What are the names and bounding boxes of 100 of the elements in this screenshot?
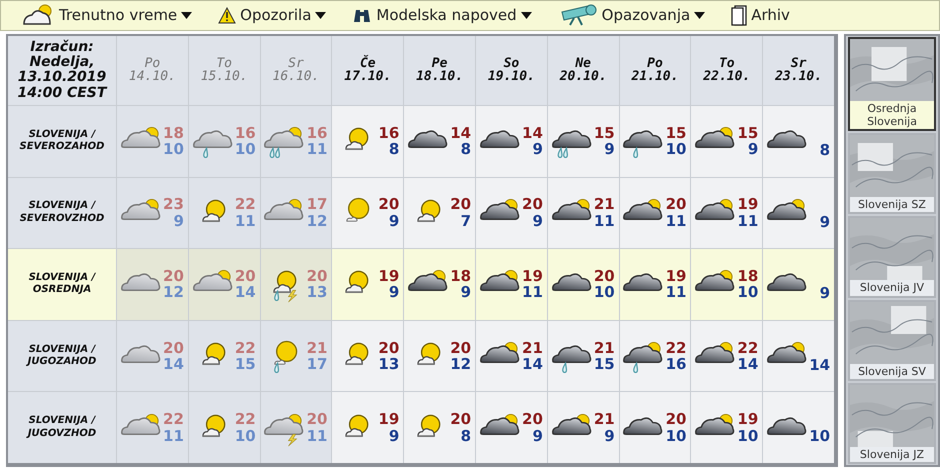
day-date: 22.10. [703,70,750,84]
day-date: 20.10. [560,70,607,84]
min-temperature: 11 [234,212,256,230]
min-temperature: 10 [666,141,686,158]
max-temperature: 15 [594,124,615,142]
day-name: Če [360,56,376,70]
max-temperature: 19 [737,411,758,428]
max-temperature: 20 [306,268,328,284]
menu-item[interactable]: Modelska napoved [352,6,532,24]
max-temperature: 20 [306,411,328,428]
region-map-thumbnail[interactable]: Slovenija SV [848,300,936,381]
max-temperature: 16 [378,124,400,142]
max-temperature: 20 [378,196,400,213]
min-temperature: 9 [604,428,615,444]
day-name: Ne [575,56,592,70]
max-temperature: 22 [234,340,256,356]
day-date: 17.10. [344,70,392,84]
max-temperature: 20 [666,411,686,428]
min-temperature: 12 [163,284,184,301]
min-temperature: 9 [820,285,830,302]
min-temperature: 10 [737,284,758,301]
region-name: SLOVENIJA / JUGOVZHOD [28,415,96,440]
min-temperature: 11 [594,212,615,230]
region-cell[interactable]: SLOVENIJA / JUGOVZHOD [8,392,116,463]
min-temperature: 9 [532,428,543,444]
max-temperature: 22 [163,411,184,428]
min-temperature: 13 [306,284,328,301]
min-temperature: 11 [306,428,328,444]
menu-item[interactable]: Opozorila [218,6,326,24]
region-map-thumbnail[interactable]: Osrednja Slovenija [848,36,936,132]
min-temperature: 14 [234,284,256,301]
min-temperature: 15 [594,356,615,373]
max-temperature: 18 [163,124,184,142]
max-temperature: 20 [666,196,686,213]
min-temperature: 11 [666,284,686,301]
min-temperature: 8 [820,142,830,158]
max-temperature: 19 [378,411,400,428]
binoculars-icon [352,7,372,24]
day-name: Sr [790,56,806,70]
region-map-thumbnail[interactable]: Slovenija JZ [848,382,936,464]
max-temperature: 20 [522,196,543,213]
max-temperature: 20 [163,268,184,284]
region-map-label: Osrednja Slovenija [850,100,934,130]
max-temperature: 21 [522,340,543,356]
max-temperature: 19 [522,268,543,284]
min-temperature: 9 [388,212,400,230]
day-name: Po [144,56,160,70]
min-temperature: 9 [173,212,184,230]
min-temperature: 9 [604,141,615,158]
max-temperature: 16 [306,124,328,142]
day-date: 18.10. [416,70,464,84]
max-temperature: 20 [450,411,472,428]
min-temperature: 10 [234,141,256,158]
day-date: 15.10. [200,70,248,84]
max-temperature: 22 [737,340,758,356]
min-temperature: 15 [234,356,256,373]
max-temperature: 14 [450,124,472,142]
min-temperature: 14 [737,356,758,373]
min-temperature: 10 [737,428,758,444]
day-name: To [216,56,232,70]
min-temperature: 8 [388,141,400,158]
min-temperature: 12 [306,212,328,230]
min-temperature: 9 [460,284,472,301]
day-date: 23.10. [775,70,822,84]
max-temperature: 22 [234,411,256,428]
max-temperature: 20 [378,340,400,356]
min-temperature: 8 [460,428,472,444]
max-temperature: 20 [163,340,184,356]
region-cell[interactable]: SLOVENIJA / JUGOZAHOD [8,320,116,392]
max-temperature: 20 [594,268,615,284]
day-name: Pe [432,56,448,70]
region-map-thumbnail[interactable]: Slovenija SZ [848,133,936,214]
region-map-label: Slovenija SV [850,364,934,379]
min-temperature: 10 [666,428,686,444]
region-cell[interactable]: SLOVENIJA / SEVEROVZHOD [8,178,116,248]
region-name: SLOVENIJA / JUGOZAHOD [28,344,96,369]
min-temperature: 14 [163,356,184,373]
menu-item[interactable]: Opazovanja [558,4,706,26]
max-temperature: 16 [234,124,256,142]
menu-item[interactable]: Arhiv [731,4,790,26]
max-temperature: 20 [450,196,472,213]
max-temperature: 14 [522,124,543,142]
min-temperature: 10 [809,428,830,445]
max-temperature: 21 [594,411,615,428]
max-temperature: 19 [737,196,758,213]
day-name: To [718,56,735,70]
max-temperature: 21 [594,340,615,356]
region-map-thumbnail[interactable]: Slovenija JV [848,216,936,298]
max-temperature: 19 [378,268,400,284]
calculation-time: Izračun: Nedelja, 13.10.2019 14:00 CEST [18,40,106,102]
region-name: SLOVENIJA / SEVEROZAHOD [20,128,104,154]
min-temperature: 10 [163,141,184,158]
region-map-label: Slovenija JZ [850,446,934,462]
day-date: 14.10. [128,70,176,84]
min-temperature: 11 [163,428,184,444]
region-cell[interactable]: SLOVENIJA / SEVEROZAHOD [8,106,116,176]
min-temperature: 9 [532,141,543,158]
menu-item[interactable]: Trenutno vreme [21,4,192,26]
region-cell[interactable]: SLOVENIJA / OSREDNJA [8,249,116,320]
max-temperature: 15 [666,124,686,142]
